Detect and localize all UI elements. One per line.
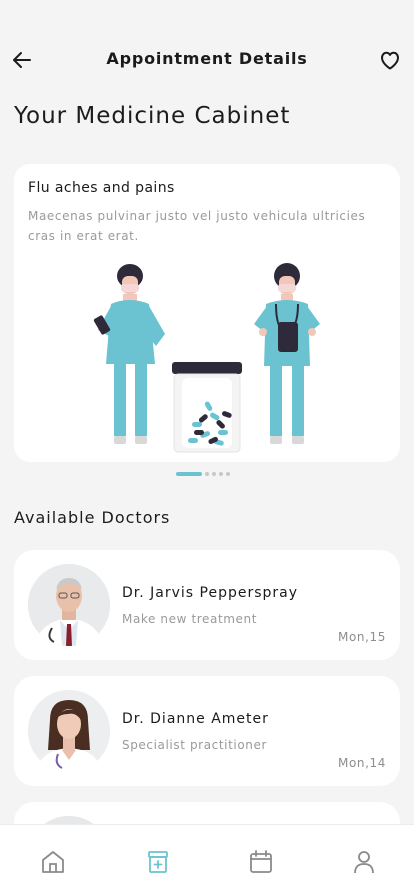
nav-calendar[interactable] <box>248 849 274 875</box>
nav-profile[interactable] <box>351 849 377 875</box>
carousel-dot[interactable] <box>219 472 223 476</box>
medical-staff-illustration <box>93 263 320 453</box>
page-title: Your Medicine Cabinet <box>14 103 291 129</box>
carousel-dot-active[interactable] <box>176 472 202 476</box>
right-doctor-figure <box>254 263 320 444</box>
doctor-card[interactable]: Dr. Jarvis Pepperspray Make new treatmen… <box>14 550 400 660</box>
nav-medical-box[interactable] <box>145 849 171 875</box>
carousel-dot[interactable] <box>212 472 216 476</box>
doctor-role: Specialist practitioner <box>122 738 267 752</box>
pill-jar <box>172 362 242 453</box>
cabinet-card-title: Flu aches and pains <box>28 180 175 196</box>
left-doctor-figure <box>93 264 165 444</box>
bottom-navigation <box>0 824 414 896</box>
medicine-cabinet-card[interactable]: Flu aches and pains Maecenas pulvinar ju… <box>14 164 400 462</box>
nav-home[interactable] <box>40 849 66 875</box>
available-doctors-title: Available Doctors <box>14 508 171 527</box>
cabinet-card-description: Maecenas pulvinar justo vel justo vehicu… <box>28 209 366 243</box>
doctor-avatar <box>28 690 110 772</box>
carousel-indicator[interactable] <box>176 470 230 478</box>
profile-icon <box>354 851 374 874</box>
carousel-dot[interactable] <box>205 472 209 476</box>
header: Appointment Details <box>0 40 414 80</box>
doctor-card[interactable]: Dr. Dianne Ameter Specialist practitione… <box>14 676 400 786</box>
calendar-icon <box>250 850 272 873</box>
medical-box-icon <box>148 851 168 873</box>
home-icon <box>42 851 64 873</box>
favorite-button[interactable] <box>378 48 402 72</box>
carousel-dot[interactable] <box>226 472 230 476</box>
doctor-avatar <box>28 564 110 646</box>
doctor-date: Mon,15 <box>338 630 386 644</box>
doctor-role: Make new treatment <box>122 612 258 626</box>
doctor-name: Dr. Jarvis Pepperspray <box>122 585 299 601</box>
doctor-name: Dr. Dianne Ameter <box>122 711 269 727</box>
header-title: Appointment Details <box>106 49 308 68</box>
heart-icon <box>381 51 399 70</box>
doctor-date: Mon,14 <box>338 756 386 770</box>
